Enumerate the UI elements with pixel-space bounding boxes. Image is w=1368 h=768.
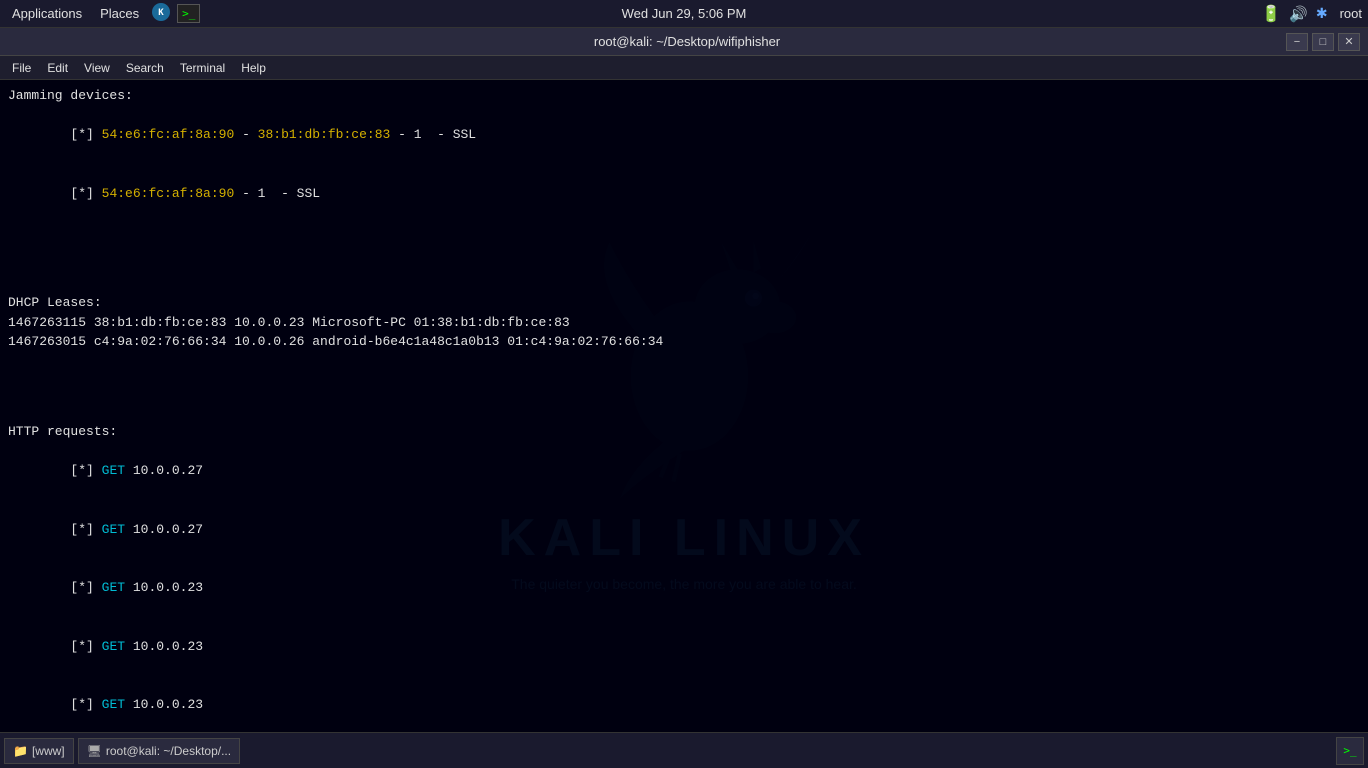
kali-logo-icon[interactable]: K xyxy=(151,2,171,26)
blank-5 xyxy=(8,383,1360,403)
menu-search[interactable]: Search xyxy=(118,59,172,77)
blank-1 xyxy=(8,235,1360,255)
terminal-title: root@kali: ~/Desktop/wifiphisher xyxy=(88,34,1286,49)
menu-applications[interactable]: Applications xyxy=(6,4,88,23)
taskbar-bottom-left: 📁 [www] 🖥 root@kali: ~/Desktop/... xyxy=(4,738,240,764)
taskbar-top-left: Applications Places K >_ xyxy=(6,2,200,26)
http-line-1: [*] GET 10.0.0.27 xyxy=(8,442,1360,501)
taskbar-app-www-label: [www] xyxy=(32,744,65,758)
http-line-5: [*] GET 10.0.0.23 xyxy=(8,676,1360,733)
menu-edit[interactable]: Edit xyxy=(39,59,76,77)
battery-icon: 🔋 xyxy=(1261,4,1281,24)
taskbar-bottom: 📁 [www] 🖥 root@kali: ~/Desktop/... >_ xyxy=(0,732,1368,768)
terminal-menubar: File Edit View Search Terminal Help xyxy=(0,56,1368,80)
folder-icon: 📁 xyxy=(13,744,28,758)
dhcp-line-2: 1467263015 c4:9a:02:76:66:34 10.0.0.26 a… xyxy=(8,332,1360,352)
taskbar-app-terminal[interactable]: 🖥 root@kali: ~/Desktop/... xyxy=(78,738,240,764)
menu-places[interactable]: Places xyxy=(94,4,145,23)
blank-4 xyxy=(8,364,1360,384)
jamming-header: Jamming devices: xyxy=(8,86,1360,106)
menu-help[interactable]: Help xyxy=(233,59,274,77)
taskbar-datetime: Wed Jun 29, 5:06 PM xyxy=(622,6,747,21)
taskbar-bottom-right: >_ xyxy=(1336,737,1364,765)
terminal-small-icon: 🖥 xyxy=(87,744,102,758)
menu-view[interactable]: View xyxy=(76,59,118,77)
maximize-button[interactable]: □ xyxy=(1312,33,1334,51)
taskbar-top: Applications Places K >_ Wed Jun 29, 5:0… xyxy=(0,0,1368,28)
blank-6 xyxy=(8,403,1360,423)
terminal-launcher-icon[interactable]: >_ xyxy=(1336,737,1364,765)
dhcp-line-1: 1467263115 38:b1:db:fb:ce:83 10.0.0.23 M… xyxy=(8,313,1360,333)
blank-3 xyxy=(8,274,1360,294)
volume-icon: 🔊 xyxy=(1289,5,1308,23)
http-header: HTTP requests: xyxy=(8,422,1360,442)
jam-line-1: [*] 54:e6:fc:af:8a:90 - 38:b1:db:fb:ce:8… xyxy=(8,106,1360,165)
http-line-3: [*] GET 10.0.0.23 xyxy=(8,559,1360,618)
window-controls: − □ ✕ xyxy=(1286,33,1360,51)
terminal-icon-top[interactable]: >_ xyxy=(177,4,200,23)
terminal-window: root@kali: ~/Desktop/wifiphisher − □ ✕ F… xyxy=(0,28,1368,732)
blank-2 xyxy=(8,254,1360,274)
taskbar-top-right: 🔋 🔊 ✱ root xyxy=(1261,4,1362,24)
terminal-content[interactable]: KALI LINUX The quieter you become, the m… xyxy=(0,80,1368,732)
http-line-4: [*] GET 10.0.0.23 xyxy=(8,617,1360,676)
terminal-output: Jamming devices: [*] 54:e6:fc:af:8a:90 -… xyxy=(8,86,1360,732)
close-button[interactable]: ✕ xyxy=(1338,33,1360,51)
menu-terminal[interactable]: Terminal xyxy=(172,59,233,77)
taskbar-app-www[interactable]: 📁 [www] xyxy=(4,738,74,764)
taskbar-app-terminal-label: root@kali: ~/Desktop/... xyxy=(106,744,231,758)
jam-line-2: [*] 54:e6:fc:af:8a:90 - 1 - SSL xyxy=(8,164,1360,223)
dhcp-header: DHCP Leases: xyxy=(8,293,1360,313)
minimize-button[interactable]: − xyxy=(1286,33,1308,51)
terminal-titlebar: root@kali: ~/Desktop/wifiphisher − □ ✕ xyxy=(0,28,1368,56)
bluetooth-icon: ✱ xyxy=(1316,5,1328,22)
svg-text:K: K xyxy=(158,8,164,18)
http-line-2: [*] GET 10.0.0.27 xyxy=(8,500,1360,559)
user-label: root xyxy=(1340,6,1362,21)
menu-file[interactable]: File xyxy=(4,59,39,77)
